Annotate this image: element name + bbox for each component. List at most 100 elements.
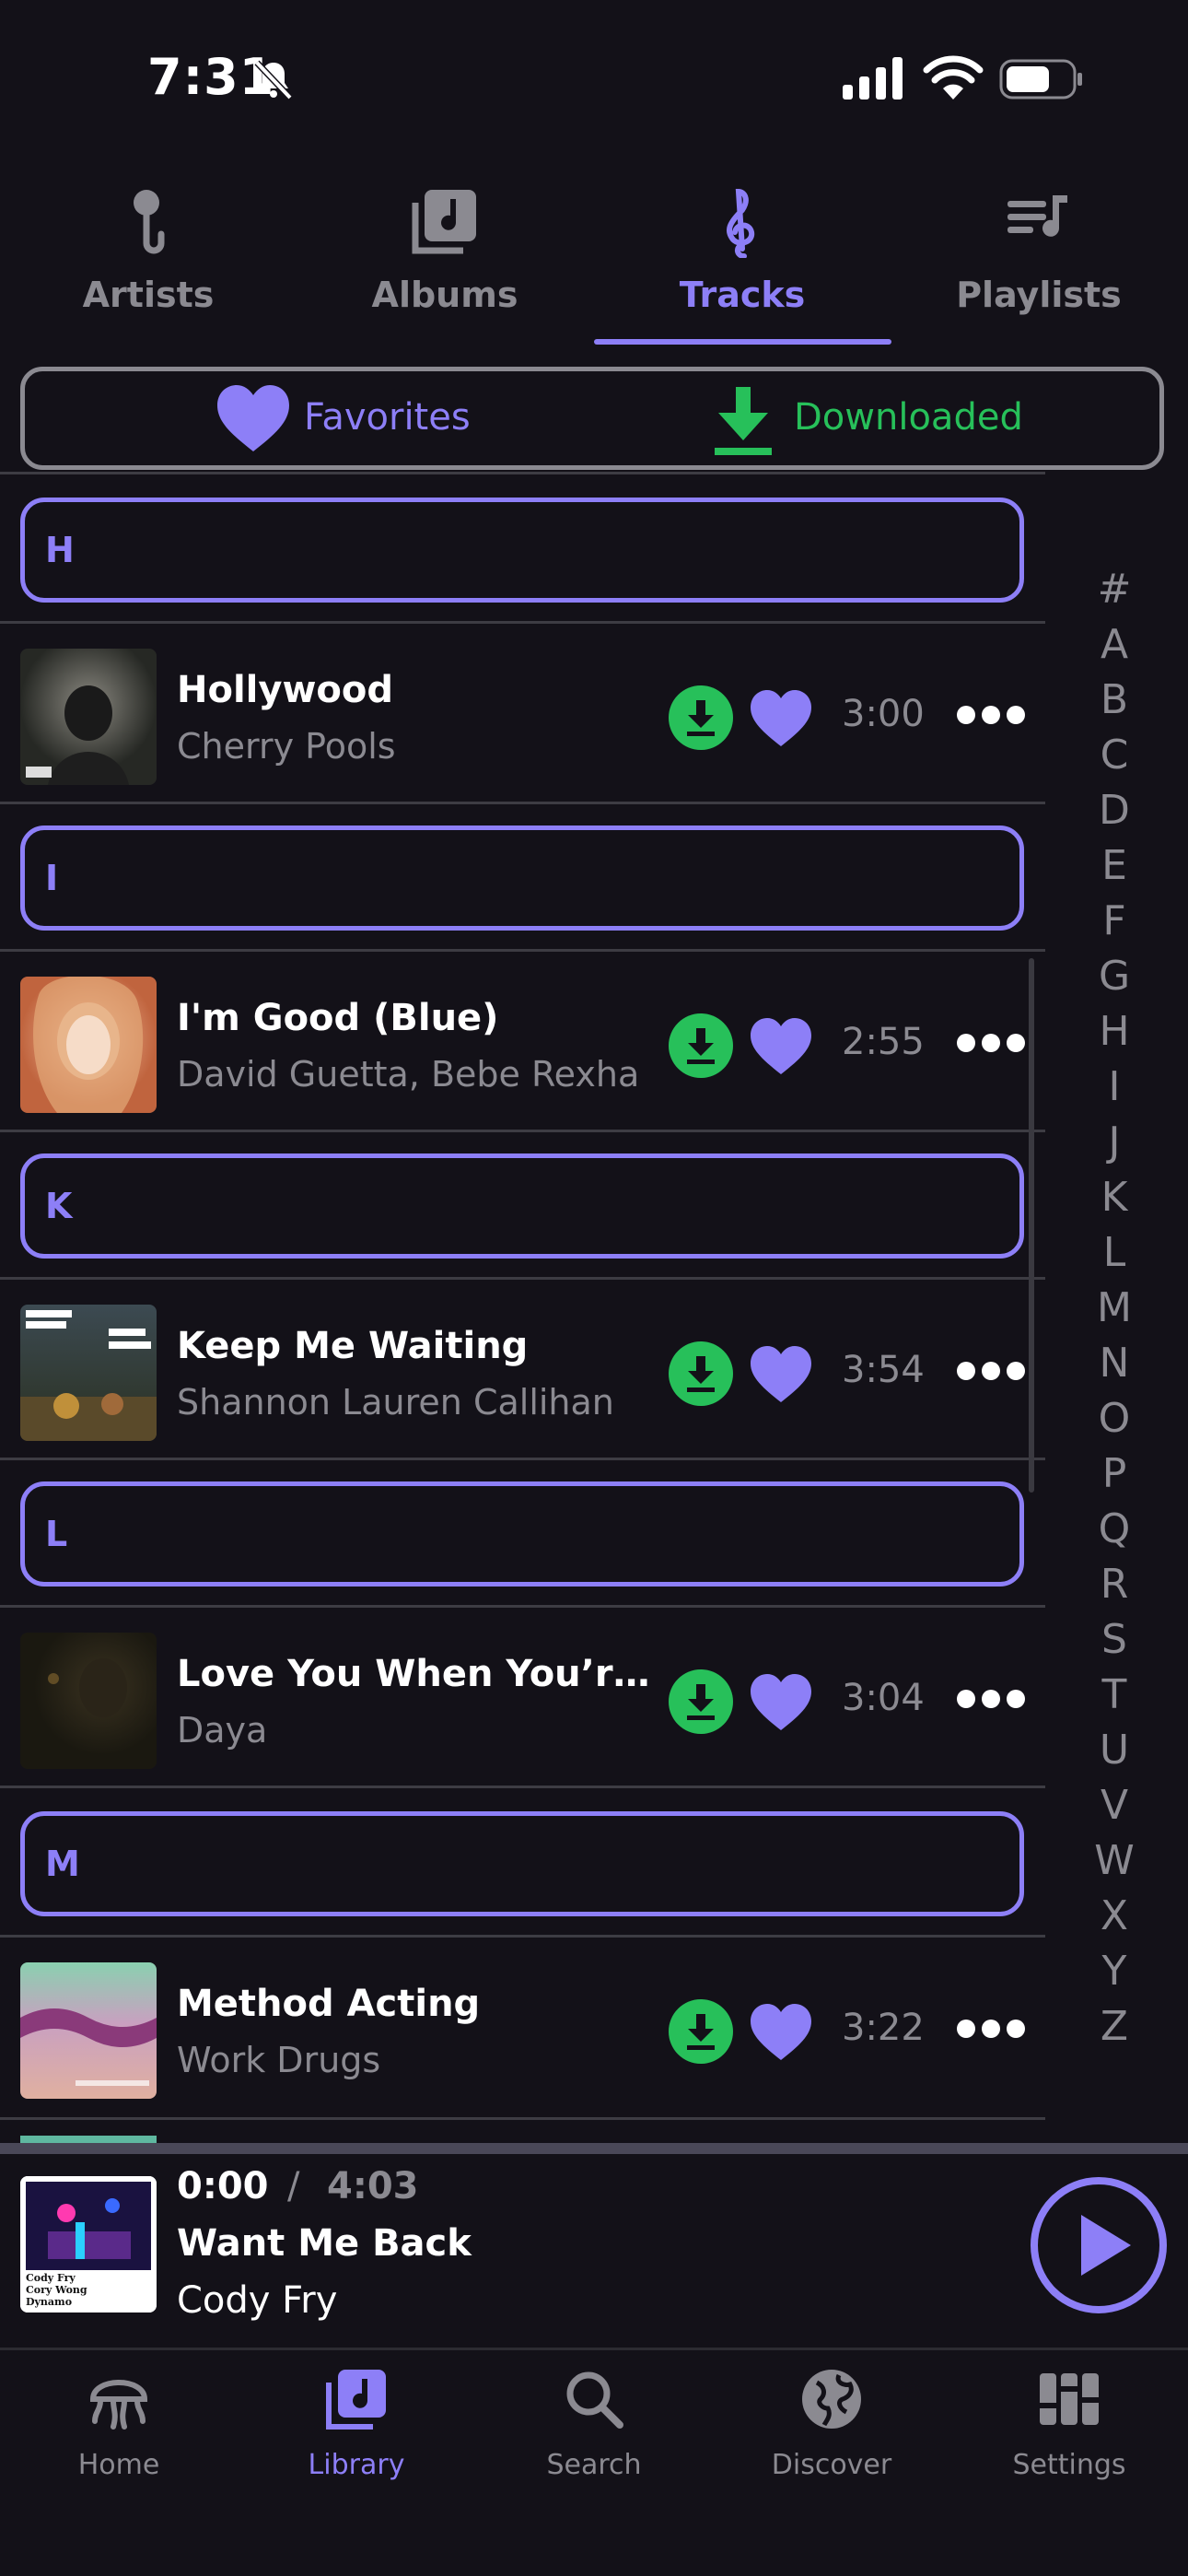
playback-progress-bar[interactable]: [0, 2143, 1188, 2154]
heart-icon[interactable]: [748, 1671, 814, 1732]
divider: [0, 949, 1045, 952]
library-icon: [326, 2370, 386, 2430]
alphabet-index-letter[interactable]: S: [1087, 1612, 1142, 1668]
now-playing-album-art: Cody Fry Cory Wong Dynamo: [20, 2176, 157, 2313]
tab-artists[interactable]: Artists: [0, 184, 297, 341]
play-button[interactable]: [1030, 2176, 1168, 2314]
section-header-k: K: [20, 1153, 1024, 1259]
nav-discover[interactable]: Discover: [713, 2366, 950, 2481]
section-header-l: L: [20, 1481, 1024, 1587]
track-duration: 3:22: [842, 2007, 925, 2049]
track-row[interactable]: I'm Good (Blue) David Guetta, Bebe Rexha…: [0, 953, 1045, 1133]
heart-icon[interactable]: [748, 1015, 814, 1076]
alphabet-index-letter[interactable]: H: [1087, 1004, 1142, 1060]
section-letter: L: [45, 1514, 68, 1554]
section-header-h: H: [20, 498, 1024, 603]
downloaded-icon: [669, 1999, 733, 2064]
divider: [0, 621, 1045, 624]
time-separator: /: [287, 2165, 300, 2207]
nav-label: Discover: [771, 2449, 892, 2481]
nav-search[interactable]: Search: [475, 2366, 713, 2481]
art-text-line: Cory Wong: [26, 2284, 87, 2296]
alphabet-index-letter[interactable]: Y: [1087, 1944, 1142, 1999]
nav-label: Settings: [1012, 2449, 1126, 2481]
more-options-icon[interactable]: [956, 2018, 1026, 2040]
nav-home[interactable]: Home: [0, 2366, 238, 2481]
alphabet-index-letter[interactable]: L: [1087, 1225, 1142, 1281]
alphabet-index-letter[interactable]: G: [1087, 949, 1142, 1004]
alphabet-index-letter[interactable]: J: [1087, 1115, 1142, 1170]
alphabet-index-letter[interactable]: F: [1087, 894, 1142, 949]
more-options-icon[interactable]: [956, 704, 1026, 726]
list-scrollbar[interactable]: [1029, 958, 1034, 1493]
tab-label: Tracks: [679, 275, 806, 315]
now-playing-title: Want Me Back: [177, 2222, 472, 2265]
alphabet-index-letter[interactable]: A: [1087, 617, 1142, 673]
alphabet-index-letter[interactable]: #: [1087, 562, 1142, 617]
downloaded-filter-button[interactable]: Downloaded: [794, 396, 1023, 439]
track-artist: Daya: [177, 1710, 268, 1751]
total-time: 4:03: [327, 2165, 419, 2207]
album-art: [20, 1962, 157, 2099]
track-row[interactable]: Keep Me Waiting Shannon Lauren Callihan …: [0, 1281, 1045, 1461]
alphabet-index-letter[interactable]: B: [1087, 673, 1142, 728]
more-options-icon[interactable]: [956, 1032, 1026, 1054]
divider: [0, 1786, 1045, 1788]
favorites-filter-button[interactable]: Favorites: [304, 396, 471, 439]
heart-icon[interactable]: [748, 1343, 814, 1404]
alphabet-index-letter[interactable]: D: [1087, 783, 1142, 838]
tab-tracks[interactable]: Tracks: [594, 184, 891, 341]
alphabet-index-letter[interactable]: I: [1087, 1060, 1142, 1115]
more-options-icon[interactable]: [956, 1688, 1026, 1710]
section-letter: K: [45, 1186, 73, 1226]
tab-albums[interactable]: Albums: [297, 184, 593, 341]
bell-muted-icon: [254, 60, 293, 100]
alphabet-index-letter[interactable]: M: [1087, 1281, 1142, 1336]
track-row[interactable]: Method Acting Work Drugs 3:22: [0, 1938, 1045, 2119]
nav-settings[interactable]: Settings: [950, 2366, 1188, 2481]
alphabet-index-letter[interactable]: Z: [1087, 1999, 1142, 2055]
nav-library[interactable]: Library: [238, 2366, 475, 2481]
heart-icon[interactable]: [748, 2001, 814, 2062]
track-duration: 2:55: [842, 1021, 925, 1063]
favorites-heart-icon[interactable]: [214, 381, 293, 455]
album-art: [20, 977, 157, 1113]
battery-icon: [999, 59, 1082, 100]
divider: [0, 2348, 1188, 2350]
alphabet-index-letter[interactable]: R: [1087, 1557, 1142, 1612]
heart-icon[interactable]: [748, 687, 814, 748]
alphabet-index-letter[interactable]: U: [1087, 1723, 1142, 1778]
alphabet-index-letter[interactable]: W: [1087, 1833, 1142, 1889]
track-title: Hollywood: [177, 669, 393, 711]
alphabet-index-letter[interactable]: P: [1087, 1446, 1142, 1502]
tab-playlists[interactable]: Playlists: [891, 184, 1187, 341]
divider: [0, 1458, 1045, 1460]
tab-label: Artists: [82, 275, 215, 315]
track-row[interactable]: Love You When You’re Gone Daya 3:04: [0, 1609, 1045, 1789]
divider: [0, 802, 1045, 804]
alphabet-index-letter[interactable]: V: [1087, 1778, 1142, 1833]
alphabet-index-letter[interactable]: K: [1087, 1170, 1142, 1225]
track-title: I'm Good (Blue): [177, 997, 499, 1039]
alphabet-index-letter[interactable]: Q: [1087, 1502, 1142, 1557]
alphabet-index-letter[interactable]: E: [1087, 838, 1142, 894]
divider: [0, 1605, 1045, 1608]
alphabet-index-letter[interactable]: C: [1087, 728, 1142, 783]
divider: [0, 1935, 1045, 1938]
alphabet-index-letter[interactable]: O: [1087, 1391, 1142, 1446]
wifi-icon: [923, 55, 984, 100]
alphabet-index-letter[interactable]: N: [1087, 1336, 1142, 1391]
track-duration: 3:04: [842, 1677, 925, 1719]
nav-label: Home: [77, 2449, 160, 2481]
active-tab-indicator: [594, 339, 891, 345]
jellyfish-icon: [89, 2380, 148, 2430]
more-options-icon[interactable]: [956, 1360, 1026, 1382]
alphabet-index-letter[interactable]: X: [1087, 1889, 1142, 1944]
track-row[interactable]: Hollywood Cherry Pools 3:00: [0, 625, 1045, 805]
nav-label: Search: [546, 2449, 642, 2481]
track-artist: Cherry Pools: [177, 726, 396, 767]
alphabet-index-letter[interactable]: T: [1087, 1668, 1142, 1723]
downloaded-icon[interactable]: [715, 383, 772, 457]
section-letter: M: [45, 1844, 80, 1884]
playlist-icon: [1007, 195, 1067, 237]
